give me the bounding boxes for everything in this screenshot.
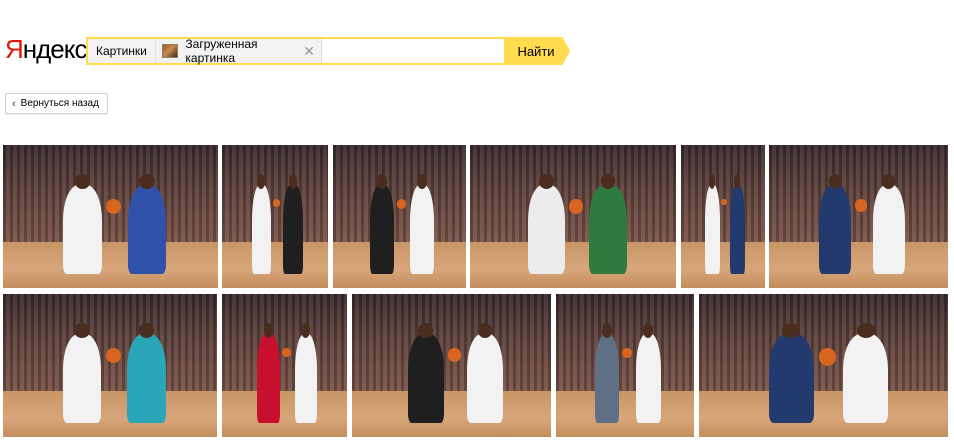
player-figure <box>410 174 435 274</box>
player-head <box>417 174 427 189</box>
result-image[interactable] <box>681 145 765 288</box>
result-image[interactable] <box>556 294 694 437</box>
basketball <box>818 348 836 366</box>
crowd-background <box>222 145 328 243</box>
crowd-background <box>699 294 948 392</box>
player-figure <box>294 323 317 423</box>
yandex-logo[interactable]: Яндекс <box>5 34 88 64</box>
close-icon[interactable]: ✕ <box>303 44 315 58</box>
chevron-left-icon: ‹ <box>12 97 16 110</box>
player-figure <box>636 323 661 423</box>
court-floor <box>556 391 694 437</box>
result-image[interactable] <box>699 294 948 437</box>
court-floor <box>222 391 347 437</box>
player-figure <box>127 323 166 423</box>
logo-rest: ндекс <box>22 34 88 64</box>
player-figure <box>257 323 280 423</box>
player-head <box>538 174 554 189</box>
player-figure <box>594 323 620 423</box>
player-head <box>734 174 741 189</box>
player-figure <box>63 174 102 274</box>
result-image[interactable] <box>470 145 676 288</box>
basketball <box>272 199 281 207</box>
player-head <box>478 323 493 338</box>
player-figure <box>251 174 271 274</box>
category-chip-label: Картинки <box>96 44 147 58</box>
court-floor <box>699 391 948 437</box>
player-head <box>263 323 273 338</box>
uploaded-image-thumbnail <box>161 44 179 58</box>
crowd-background <box>3 145 218 243</box>
player-head <box>882 174 896 189</box>
basketball <box>622 348 632 358</box>
uploaded-image-label: Загруженная картинка <box>185 37 258 65</box>
player-figure <box>704 174 720 274</box>
court-floor <box>470 242 676 288</box>
court-floor <box>3 391 217 437</box>
player-figure <box>407 323 444 423</box>
court-floor <box>681 242 765 288</box>
player-figure <box>589 174 627 274</box>
crowd-background <box>769 145 948 243</box>
player-head <box>782 323 801 338</box>
result-image[interactable] <box>222 294 347 437</box>
crowd-background <box>556 294 694 392</box>
player-figure <box>467 323 504 423</box>
player-figure <box>370 174 395 274</box>
court-floor <box>352 391 551 437</box>
court-floor <box>3 242 218 288</box>
crowd-background <box>3 294 217 392</box>
player-head <box>600 174 616 189</box>
crowd-background <box>333 145 466 243</box>
result-image[interactable] <box>3 145 218 288</box>
player-head <box>139 174 155 189</box>
basketball <box>105 348 121 364</box>
player-head <box>709 174 716 189</box>
logo-first-letter: Я <box>5 34 24 64</box>
search-bar: Картинки Загруженная картинка ✕ <box>86 37 506 65</box>
basketball <box>568 199 584 214</box>
player-head <box>856 323 875 338</box>
crowd-background <box>470 145 676 243</box>
court-floor <box>222 242 328 288</box>
result-image[interactable] <box>769 145 948 288</box>
category-chip[interactable]: Картинки <box>88 39 156 63</box>
court-floor <box>333 242 466 288</box>
player-figure <box>283 174 303 274</box>
player-figure <box>62 323 102 423</box>
uploaded-image-chip[interactable]: Загруженная картинка ✕ <box>155 37 322 65</box>
player-head <box>257 174 266 189</box>
result-image[interactable] <box>333 145 466 288</box>
player-figure <box>872 174 906 274</box>
back-button-label: Вернуться назад <box>20 98 99 109</box>
crowd-background <box>352 294 551 392</box>
player-head <box>418 323 433 338</box>
player-figure <box>729 174 745 274</box>
basketball <box>396 199 407 209</box>
player-figure <box>819 174 852 274</box>
result-image[interactable] <box>352 294 551 437</box>
crowd-background <box>681 145 765 243</box>
player-head <box>377 174 387 189</box>
player-figure <box>127 174 167 274</box>
player-figure <box>527 174 565 274</box>
back-button[interactable]: ‹ Вернуться назад <box>5 93 108 114</box>
player-head <box>289 174 297 189</box>
basketball <box>282 348 291 358</box>
search-input[interactable] <box>322 39 504 63</box>
player-head <box>74 174 91 189</box>
player-head <box>602 323 612 338</box>
result-image[interactable] <box>222 145 328 288</box>
player-head <box>301 323 311 338</box>
court-floor <box>769 242 948 288</box>
player-head <box>643 323 654 338</box>
player-figure <box>768 323 814 423</box>
player-head <box>828 174 842 189</box>
result-image[interactable] <box>3 294 217 437</box>
player-head <box>74 323 90 338</box>
crowd-background <box>222 294 347 392</box>
find-button[interactable]: Найти <box>506 37 570 65</box>
player-head <box>138 323 155 338</box>
player-figure <box>843 323 889 423</box>
